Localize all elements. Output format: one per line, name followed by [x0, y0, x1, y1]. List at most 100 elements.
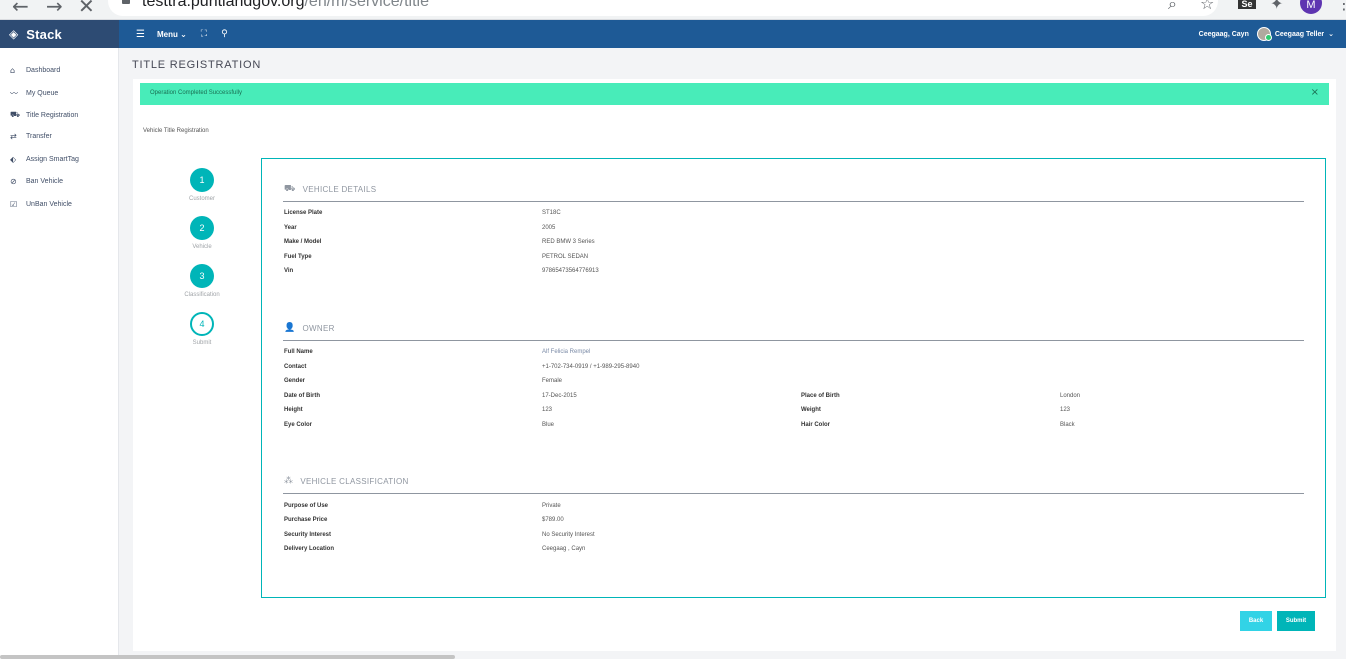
field-label-contact: Contact: [284, 364, 307, 370]
field-label-full-name: Full Name: [284, 349, 313, 355]
navbar-right: Ceegaag, Cayn Ceegaag Teller ⌄: [1199, 20, 1334, 48]
fullscreen-icon[interactable]: ⛶: [201, 29, 207, 39]
field-label-vin: Vin: [284, 268, 294, 274]
menu-label: Menu: [156, 29, 178, 39]
field-value-delivery-location: Ceegaag , Cayn: [542, 546, 586, 552]
user-avatar[interactable]: [1256, 27, 1272, 41]
field-value-purpose-of-use: Private: [542, 503, 561, 509]
branch-name: Ceegaag, Cayn: [1198, 30, 1249, 38]
stop-loading-icon[interactable]: ✕: [78, 0, 95, 18]
lock-icon: [122, 0, 130, 4]
sidebar-item-unban-vehicle[interactable]: ☑ UnBan Vehicle: [10, 200, 72, 209]
form-title: Vehicle Title Registration: [143, 128, 209, 134]
profile-avatar[interactable]: M: [1300, 0, 1322, 14]
field-label-eye-color: Eye Color: [284, 422, 313, 428]
checkbox-icon: ☑: [10, 200, 18, 209]
field-value-weight: 123: [1060, 407, 1071, 413]
sidebar: ⌂ Dashboard 〰 My Queue ⛟ Title Registration…: [0, 48, 119, 659]
sidebar-item-label: Assign SmartTag: [26, 156, 79, 163]
field-value-date-of-birth: 17-Dec-2015: [542, 393, 577, 399]
sidebar-item-dashboard[interactable]: ⌂ Dashboard: [10, 66, 60, 75]
field-label-fuel-type: Fuel Type: [284, 254, 312, 260]
car-icon: ⛟: [284, 184, 296, 194]
user-name[interactable]: Ceegaag Teller: [1275, 31, 1324, 38]
browser-toolbar: ← → ✕ testtra.puntlandgov.org/en/m/servi…: [0, 0, 1346, 20]
section-owner: 👤 OWNER: [284, 323, 335, 333]
sidebar-item-ban-vehicle[interactable]: ⊘ Ban Vehicle: [10, 177, 63, 186]
field-label-purchase-price: Purchase Price: [284, 517, 328, 523]
field-label-date-of-birth: Date of Birth: [284, 393, 320, 399]
tag-icon: ⬖: [10, 155, 17, 164]
section-divider: [283, 493, 1304, 494]
wizard-step-customer[interactable]: 1 Customer: [172, 168, 232, 202]
extension-se-icon[interactable]: Se: [1238, 0, 1256, 9]
field-value-full-name[interactable]: Alf Felicia Rempel: [542, 349, 590, 355]
field-value-height: 123: [542, 407, 553, 413]
field-value-year: 2005: [542, 225, 556, 231]
ban-icon: ⊘: [10, 177, 17, 186]
menu-dropdown[interactable]: Menu ⌄: [157, 30, 187, 39]
zoom-search-icon[interactable]: ⌕: [1168, 0, 1177, 14]
sidebar-item-label: Ban Vehicle: [26, 178, 63, 185]
url-text[interactable]: testtra.puntlandgov.org/en/m/service/tit…: [142, 0, 429, 11]
step-number: 2: [190, 216, 214, 240]
field-value-hair-color: Black: [1060, 422, 1075, 428]
field-value-make-model: RED BMW 3 Series: [542, 239, 595, 245]
home-icon: ⌂: [10, 66, 16, 75]
url-path: /en/m/service/title: [304, 0, 429, 10]
field-label-license-plate: License Plate: [284, 210, 323, 216]
horizontal-scrollbar[interactable]: [0, 655, 455, 659]
field-value-eye-color: Blue: [542, 422, 555, 428]
hamburger-icon[interactable]: ☰: [136, 29, 145, 40]
sidebar-item-my-queue[interactable]: 〰 My Queue: [10, 88, 58, 99]
field-value-contact: +1-702-734-0919 / +1-989-295-8940: [542, 364, 640, 370]
field-label-year: Year: [284, 225, 297, 231]
forward-arrow-icon[interactable]: →: [46, 0, 63, 18]
field-label-place-of-birth: Place of Birth: [801, 393, 840, 399]
chevron-down-icon[interactable]: ⌄: [1328, 30, 1334, 38]
url-host: testtra.puntlandgov.org: [142, 0, 305, 10]
field-label-gender: Gender: [284, 378, 306, 384]
sidebar-item-title-registration[interactable]: ⛟ Title Registration: [10, 110, 78, 120]
field-value-place-of-birth: London: [1060, 393, 1081, 399]
car-icon: ⛟: [10, 110, 21, 119]
submit-button[interactable]: Submit: [1277, 611, 1315, 631]
section-divider: [283, 340, 1304, 341]
field-label-make-model: Make / Model: [284, 239, 322, 245]
back-arrow-icon[interactable]: ←: [12, 0, 29, 18]
sidebar-item-assign-smarttag[interactable]: ⬖ Assign SmartTag: [10, 155, 79, 164]
transfer-icon: ⇄: [10, 132, 17, 141]
sidebar-item-transfer[interactable]: ⇄ Transfer: [10, 132, 52, 141]
success-alert: Operation Completed Successfully ×: [140, 83, 1329, 105]
field-value-purchase-price: $789.00: [542, 517, 564, 523]
bookmark-star-icon[interactable]: ☆: [1200, 0, 1214, 13]
navbar-left: ☰ Menu ⌄ ⛶ ⚲: [136, 20, 242, 48]
sidebar-item-label: Title Registration: [26, 111, 79, 119]
field-value-security-interest: No Security Interest: [542, 532, 595, 538]
browser-menu-icon[interactable]: ⋮: [1336, 0, 1346, 13]
field-label-purpose-of-use: Purpose of Use: [284, 503, 329, 509]
close-icon[interactable]: ×: [1311, 87, 1319, 98]
extensions-puzzle-icon[interactable]: ✦: [1270, 0, 1283, 13]
brand[interactable]: ◈ Stack: [0, 20, 119, 48]
field-label-delivery-location: Delivery Location: [284, 546, 335, 552]
field-label-height: Height: [284, 407, 303, 413]
wizard-step-classification[interactable]: 3 Classification: [172, 264, 232, 298]
back-button[interactable]: Back: [1240, 611, 1272, 631]
search-icon[interactable]: ⚲: [221, 29, 228, 39]
user-icon: 👤: [284, 323, 296, 333]
section-vehicle-classification: ⁂ VEHICLE CLASSIFICATION: [284, 476, 409, 486]
section-title: OWNER: [302, 323, 335, 333]
top-navbar: ◈ Stack ☰ Menu ⌄ ⛶ ⚲ Ceegaag, Cayn Ceega…: [0, 20, 1346, 48]
sidebar-item-label: My Queue: [26, 90, 59, 97]
step-number: 4: [190, 312, 214, 336]
step-number: 3: [190, 264, 214, 288]
trend-line-icon: 〰: [10, 89, 18, 98]
wizard-step-vehicle[interactable]: 2 Vehicle: [172, 216, 232, 250]
brand-name: Stack: [26, 26, 62, 42]
page-title: TITLE REGISTRATION: [132, 59, 262, 71]
wizard-step-submit[interactable]: 4 Submit: [172, 312, 232, 346]
field-value-license-plate: ST18C: [542, 210, 561, 216]
field-label-weight: Weight: [801, 407, 821, 413]
step-label: Vehicle: [192, 244, 212, 250]
